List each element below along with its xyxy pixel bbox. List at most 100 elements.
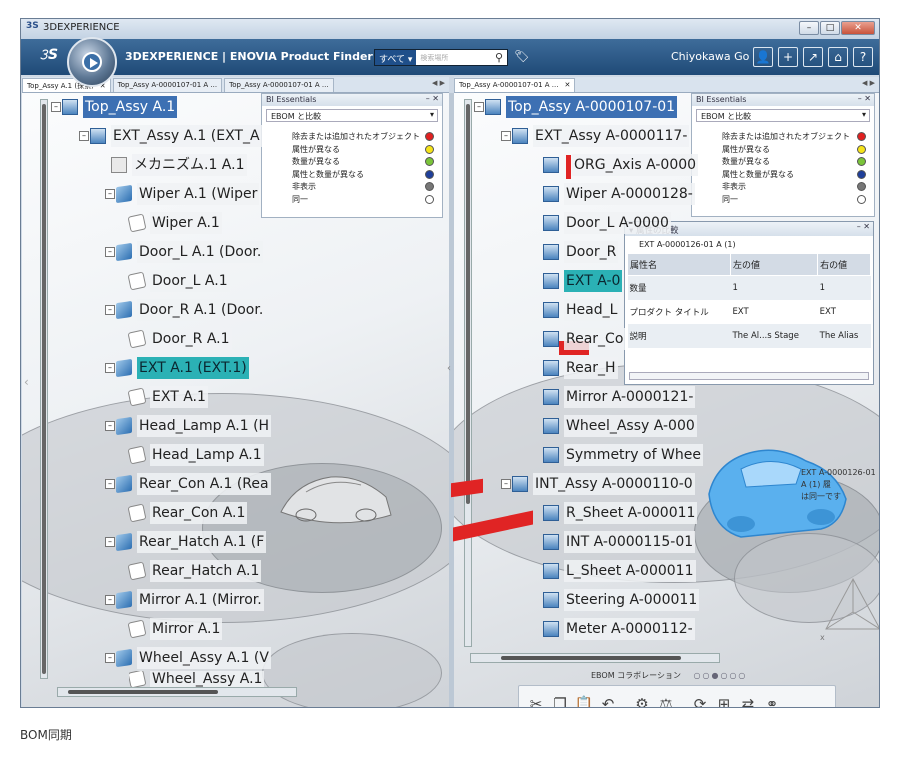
node-label[interactable]: Wheel_Assy A.1 (V [137,647,271,669]
tree-horizontal-scrollbar[interactable] [57,687,297,697]
node-label[interactable]: Wheel_Assy A.1 [150,671,265,687]
collapse-toggle[interactable]: – [105,421,115,431]
tree-node-lsheet[interactable]: L_Sheet A-000011 [543,559,696,583]
tree-node-mechanism[interactable]: メカニズム.1 A.1 [111,153,247,177]
tree-horizontal-scrollbar[interactable] [470,653,720,663]
tree-node-ext[interactable]: – EXT A.1 (EXT.1) [105,356,249,380]
tree-node-ext-part[interactable]: EXT A.1 [127,385,208,409]
node-label[interactable]: Wiper A.1 [150,212,222,234]
home-icon[interactable]: ⌂ [828,47,848,67]
tree-node-rsheet[interactable]: R_Sheet A-000011 [543,501,698,525]
node-label[interactable]: EXT A.1 (EXT.1) [137,357,249,379]
collapse-toggle[interactable]: – [105,305,115,315]
table-row[interactable]: プロダクト タイトル EXT EXT [628,300,871,324]
tree-node-root[interactable]: – Top_Assy A-0000107-01 [474,95,678,119]
tab-left-3[interactable]: Top_Assy A-0000107-01 A ... [224,78,334,92]
tree-node-doorl[interactable]: Door_L A-0000 [543,211,671,235]
tree-node-headlamp[interactable]: – Head_Lamp A.1 (H [105,414,272,438]
panel-controls[interactable]: – ✕ [857,222,870,231]
node-label[interactable]: L_Sheet A-000011 [564,560,696,582]
node-label[interactable]: Head_Lamp A.1 [150,444,264,466]
tree-node-doorl-part[interactable]: Door_L A.1 [127,269,230,293]
tree-node-wiper[interactable]: Wiper A-0000128- [543,182,695,206]
insert-node-icon[interactable]: ⊞ [713,693,735,707]
splitter-arrow-icon[interactable]: ‹ [447,363,451,374]
tab-scroll-arrows[interactable]: ◀ ▶ [432,79,445,87]
node-label[interactable]: Meter A-0000112- [564,618,695,640]
tree-node-rearhatch-part[interactable]: Rear_Hatch A.1 [127,559,262,583]
tree-node-doorr[interactable]: – Door_R A.1 (Door. [105,298,266,322]
tree-node-rearcon-part[interactable]: Rear_Con A.1 [127,501,248,525]
help-icon[interactable]: ? [853,47,873,67]
node-label[interactable]: Door_R A.1 (Door. [137,299,266,321]
tree-node-rearhatch[interactable]: – Rear_Hatch A.1 (F [105,530,267,554]
tree-node-mirror[interactable]: Mirror A-0000121- [543,385,696,409]
column-header[interactable]: 属性名 [627,253,731,276]
tree-node-wiper-part[interactable]: Wiper A.1 [127,211,222,235]
tree-node-ext-assy[interactable]: – EXT_Assy A.1 (EXT_A [79,124,262,148]
node-label[interactable]: Wiper A-0000128- [564,183,695,205]
collapse-toggle[interactable]: – [105,247,115,257]
tab-scroll-arrows[interactable]: ◀ ▶ [862,79,875,87]
collapse-toggle[interactable]: – [105,479,115,489]
tree-node-doorr-part[interactable]: Door_R A.1 [127,327,232,351]
tree-node-meter[interactable]: Meter A-0000112- [543,617,695,641]
node-label[interactable]: Rear_Hatch A.1 [150,560,262,582]
tree-node-rearcon[interactable]: Rear_Co [543,327,626,351]
node-label[interactable]: INT_Assy A-0000110-0 [533,473,695,495]
node-label[interactable]: Symmetry of Whee [564,444,703,466]
reconcile-icon[interactable]: ⚭ [761,693,783,707]
collapse-toggle[interactable]: – [105,189,115,199]
node-label[interactable]: Door_R A.1 [150,328,232,350]
compare-horizontal-scrollbar[interactable] [629,372,869,380]
tag-icon[interactable]: 🏷 [514,49,529,63]
tree-node-rearcon[interactable]: – Rear_Con A.1 (Rea [105,472,271,496]
search-scope-dropdown[interactable]: すべて ▾ [375,50,417,65]
search-icon[interactable]: ⚲ [495,51,507,64]
node-label[interactable]: Rear_Hatch A.1 (F [137,531,267,553]
node-label[interactable]: Head_Lamp A.1 (H [137,415,272,437]
node-label[interactable]: Wheel_Assy A-000 [564,415,697,437]
tree-vertical-scrollbar[interactable] [40,99,48,679]
node-label[interactable]: Rear_Con A.1 (Rea [137,473,271,495]
copy-icon[interactable]: ❐ [549,693,571,707]
maximize-button[interactable]: □ [820,21,840,35]
tree-node-symmetry[interactable]: Symmetry of Whee [543,443,703,467]
close-tab-icon[interactable]: ✕ [564,81,570,89]
undo-icon[interactable]: ↶ [597,693,619,707]
tree-node-rearhatch[interactable]: Rear_H [543,356,618,380]
node-label[interactable]: Mirror A.1 [150,618,223,640]
collapse-toggle[interactable]: – [501,479,511,489]
collapse-toggle[interactable]: – [79,131,89,141]
close-button[interactable]: ✕ [841,21,875,35]
tab-left-2[interactable]: Top_Assy A-0000107-01 A ... [112,78,223,92]
collapse-toggle[interactable]: – [501,131,511,141]
collapse-toggle[interactable]: – [105,537,115,547]
node-label[interactable]: Rear_Co [564,328,626,350]
compare-mode-select[interactable]: EBOM と比較 [266,109,438,122]
tree-node-wheel[interactable]: – Wheel_Assy A.1 (V [105,646,271,670]
play-icon[interactable] [82,52,102,72]
tree-node-ext[interactable]: EXT A-0 [543,269,623,293]
user-name[interactable]: Chiyokawa Go [671,50,749,63]
replace-node-icon[interactable]: ⇄ [737,693,759,707]
node-label[interactable]: Mirror A-0000121- [564,386,696,408]
node-label[interactable]: Head_L [564,299,620,321]
minimize-button[interactable]: – [799,21,819,35]
collapse-left-icon[interactable]: ‹ [24,375,29,389]
3d-axis-compass-icon[interactable]: x y [818,574,880,644]
node-label[interactable]: Rear_H [564,357,618,379]
compare-structure-icon[interactable]: ⚖ [655,693,677,707]
tree-node-headlamp-part[interactable]: Head_Lamp A.1 [127,443,264,467]
collapse-toggle[interactable]: – [105,653,115,663]
node-label[interactable]: Door_R [564,241,619,263]
node-label[interactable]: Wiper A.1 (Wiper [137,183,260,205]
table-row[interactable]: 説明 The Al...s Stage The Alias [627,324,871,348]
collapse-toggle[interactable]: – [474,102,484,112]
node-label[interactable]: Door_L A-0000 [564,212,671,234]
tree-node-int-assy[interactable]: – INT_Assy A-0000110-0 [501,472,695,496]
node-label[interactable]: Door_L A.1 (Door. [137,241,264,263]
tree-node-root[interactable]: – Top_Assy A.1 [51,95,178,119]
node-label[interactable]: EXT_Assy A.1 (EXT_A [111,125,262,147]
share-icon[interactable]: ↗ [803,47,823,67]
